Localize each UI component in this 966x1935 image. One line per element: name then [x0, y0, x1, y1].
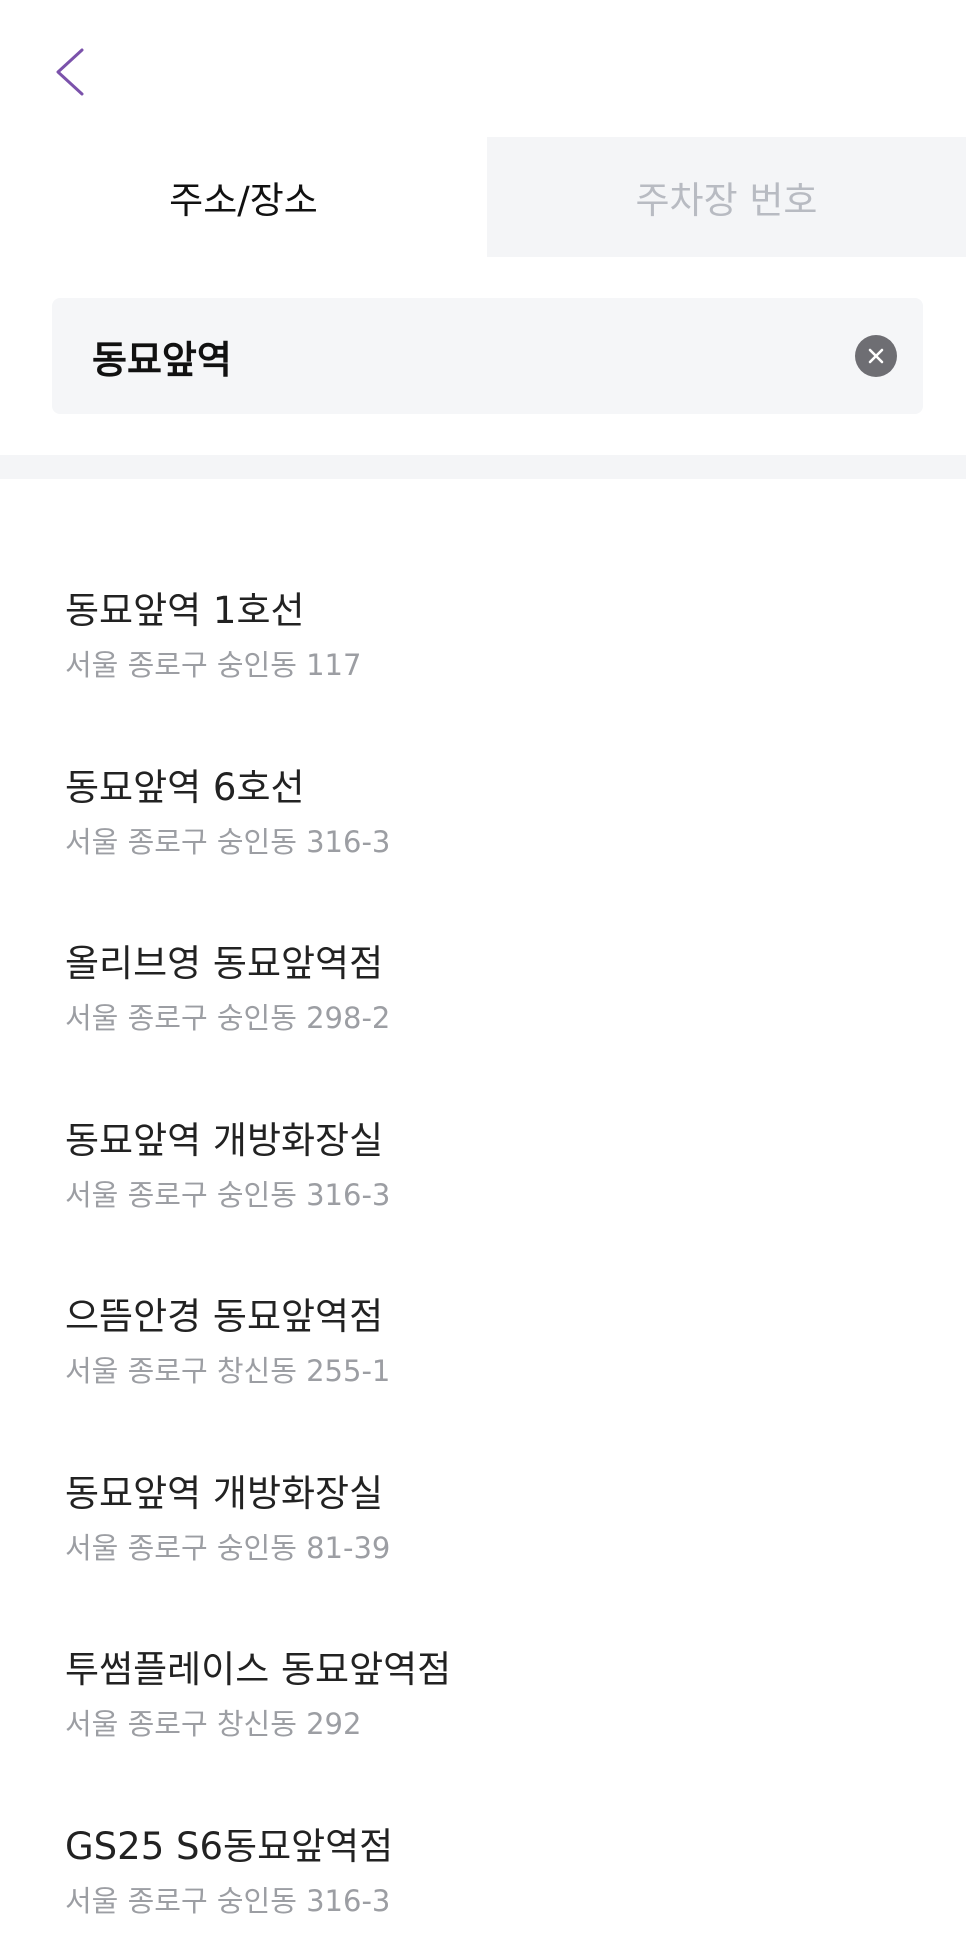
- result-item[interactable]: 동묘앞역 1호선 서울 종로구 숭인동 117: [0, 560, 966, 737]
- section-divider: [0, 455, 966, 479]
- result-address: 서울 종로구 숭인동 316-3: [65, 824, 391, 859]
- tab-address-place[interactable]: 주소/장소: [0, 137, 487, 257]
- search-screen: 주소/장소 주차장 번호 동묘앞역 1호선 서울 종로구 숭인동 117 동묘앞…: [0, 0, 966, 1935]
- result-address: 서울 종로구 숭인동 316-3: [65, 1883, 391, 1918]
- result-item[interactable]: 으뜸안경 동묘앞역점 서울 종로구 창신동 255-1: [0, 1266, 966, 1443]
- result-name: 동묘앞역 6호선: [65, 765, 305, 809]
- result-item[interactable]: 올리브영 동묘앞역점 서울 종로구 숭인동 298-2: [0, 913, 966, 1090]
- result-address: 서울 종로구 숭인동 298-2: [65, 1001, 391, 1035]
- tab-address-place-label: 주소/장소: [169, 179, 318, 222]
- back-button[interactable]: [52, 42, 112, 102]
- chevron-left-icon: [56, 48, 84, 96]
- tab-parking-number[interactable]: 주차장 번호: [487, 137, 966, 257]
- result-name: 으뜸안경 동묘앞역점: [65, 1295, 384, 1338]
- result-name: GS25 S6동묘앞역점: [65, 1824, 394, 1868]
- result-name: 올리브영 동묘앞역점: [65, 942, 384, 985]
- result-address: 서울 종로구 창신동 255-1: [65, 1354, 391, 1388]
- result-name: 동묘앞역 1호선: [65, 589, 305, 632]
- result-item[interactable]: 동묘앞역 6호선 서울 종로구 숭인동 316-3: [0, 737, 966, 914]
- close-icon: [868, 348, 884, 364]
- result-address: 서울 종로구 숭인동 316-3: [65, 1177, 391, 1212]
- search-results-list: 동묘앞역 1호선 서울 종로구 숭인동 117 동묘앞역 6호선 서울 종로구 …: [0, 560, 966, 1935]
- result-address: 서울 종로구 창신동 292: [65, 1707, 362, 1741]
- clear-search-button[interactable]: [855, 335, 897, 377]
- tab-parking-number-label: 주차장 번호: [635, 179, 818, 222]
- result-address: 서울 종로구 숭인동 117: [65, 648, 362, 682]
- result-item[interactable]: 투썸플레이스 동묘앞역점 서울 종로구 창신동 292: [0, 1619, 966, 1796]
- result-name: 동묘앞역 개방화장실: [65, 1471, 384, 1515]
- result-address: 서울 종로구 숭인동 81-39: [65, 1530, 391, 1565]
- result-item[interactable]: 동묘앞역 개방화장실 서울 종로구 숭인동 316-3: [0, 1090, 966, 1267]
- search-input[interactable]: [92, 326, 855, 386]
- search-box: [52, 298, 923, 414]
- result-name: 동묘앞역 개방화장실: [65, 1118, 384, 1162]
- result-item[interactable]: GS25 S6동묘앞역점 서울 종로구 숭인동 316-3: [0, 1796, 966, 1935]
- result-name: 투썸플레이스 동묘앞역점: [65, 1648, 452, 1691]
- tab-bar: 주소/장소 주차장 번호: [0, 137, 966, 257]
- result-item[interactable]: 동묘앞역 개방화장실 서울 종로구 숭인동 81-39: [0, 1443, 966, 1620]
